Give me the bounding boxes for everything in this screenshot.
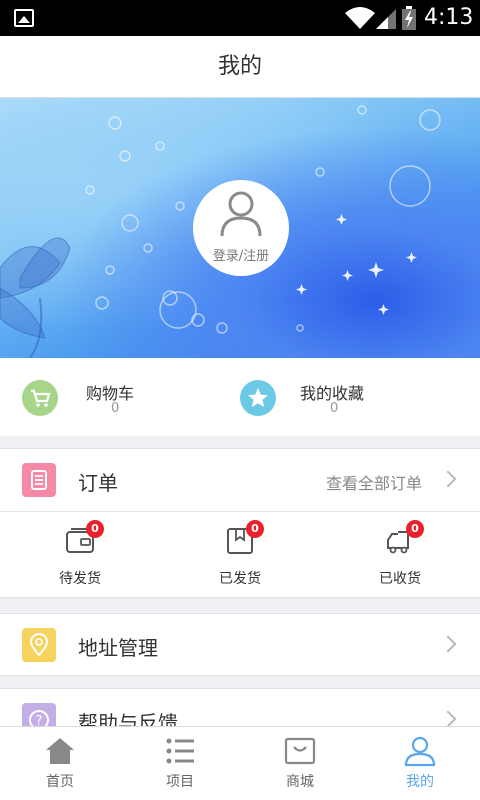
address-management-label: 地址管理 xyxy=(78,636,158,660)
user-avatar-icon xyxy=(220,191,262,237)
order-icon xyxy=(22,463,56,497)
pending-shipment-item[interactable]: 0 待发货 xyxy=(20,512,140,598)
nav-mine-label: 我的 xyxy=(406,774,434,790)
profile-banner: 登录/注册 xyxy=(0,98,480,358)
list-icon xyxy=(166,738,194,764)
chevron-right-icon xyxy=(439,710,457,728)
orders-label: 订单 xyxy=(78,471,118,495)
shopping-cart-count: 0 xyxy=(111,401,120,416)
shipped-badge: 0 xyxy=(246,520,264,538)
shop-icon xyxy=(284,737,316,765)
received-item[interactable]: 0 已收货 xyxy=(340,512,460,598)
wifi-icon xyxy=(345,7,375,29)
nav-shop[interactable]: 商城 xyxy=(240,727,360,800)
address-management-row[interactable]: 地址管理 xyxy=(0,614,480,676)
favorites-item[interactable]: 我的收藏 0 xyxy=(240,358,480,436)
nav-mine[interactable]: 我的 xyxy=(360,727,480,800)
bottom-nav: 首页 项目 商城 我的 xyxy=(0,726,480,800)
shipped-label: 已发货 xyxy=(219,571,261,587)
orders-card: 订单 查看全部订单 0 待发货 0 已发货 0 已收货 xyxy=(0,448,480,598)
shopping-cart-label: 购物车 xyxy=(86,384,135,403)
shipped-item[interactable]: 0 已发货 xyxy=(180,512,300,598)
user-icon xyxy=(404,736,436,767)
clock: 4:13 xyxy=(424,5,474,30)
shopping-cart-item[interactable]: 购物车 0 xyxy=(0,358,240,436)
shopping-cart-icon xyxy=(22,380,58,416)
nav-shop-label: 商城 xyxy=(286,774,314,790)
location-pin-icon xyxy=(22,628,56,662)
nav-projects[interactable]: 项目 xyxy=(120,727,240,800)
star-icon xyxy=(240,380,276,416)
signal-icon xyxy=(376,9,396,29)
nav-home-label: 首页 xyxy=(46,774,74,790)
login-register-label: 登录/注册 xyxy=(212,249,270,264)
status-bar: 4:13 xyxy=(0,0,480,36)
orders-row[interactable]: 订单 查看全部订单 xyxy=(0,449,480,511)
page-title: 我的 xyxy=(217,54,262,79)
pending-shipment-badge: 0 xyxy=(86,520,104,538)
chevron-right-icon xyxy=(439,470,457,488)
home-icon xyxy=(46,738,74,764)
view-all-orders-link[interactable]: 查看全部订单 xyxy=(326,470,422,494)
nav-projects-label: 项目 xyxy=(166,774,194,790)
favorites-count: 0 xyxy=(330,401,339,416)
order-status-row: 0 待发货 0 已发货 0 已收货 xyxy=(0,511,480,597)
battery-icon xyxy=(402,6,416,30)
chevron-right-icon xyxy=(439,635,457,653)
nav-home[interactable]: 首页 xyxy=(0,727,120,800)
received-badge: 0 xyxy=(406,520,424,538)
image-notification-icon xyxy=(14,9,34,27)
title-bar: 我的 xyxy=(0,36,480,98)
address-card: 地址管理 xyxy=(0,613,480,676)
quick-links: 购物车 0 我的收藏 0 xyxy=(0,358,480,436)
pending-shipment-label: 待发货 xyxy=(59,571,101,587)
login-avatar-button[interactable]: 登录/注册 xyxy=(193,180,289,276)
received-label: 已收货 xyxy=(379,571,421,587)
